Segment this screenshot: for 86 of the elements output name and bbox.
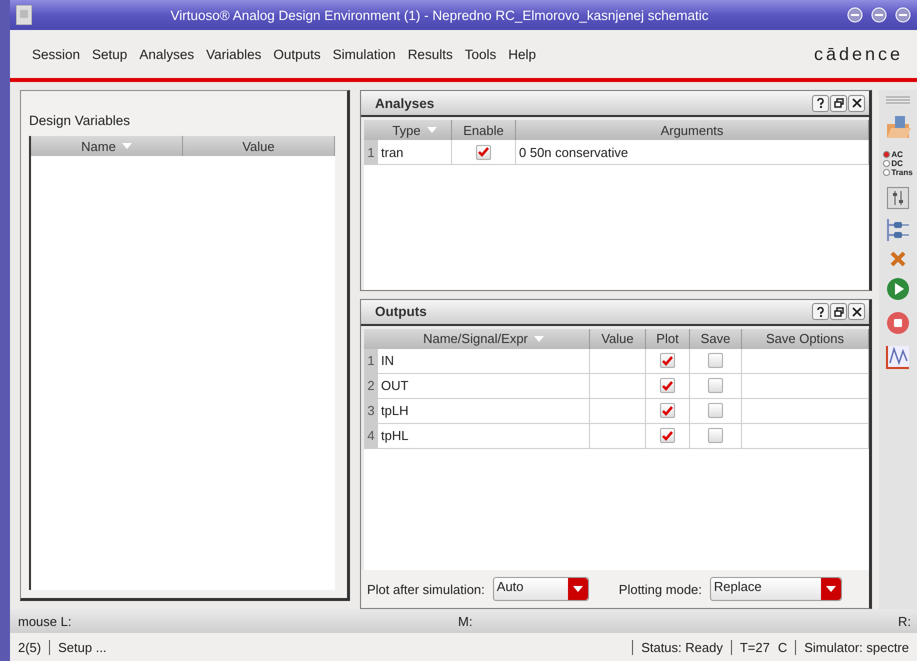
table-cell: OUT: [378, 374, 590, 398]
undock-button[interactable]: [830, 303, 847, 320]
column-header[interactable]: Name: [31, 136, 183, 156]
waveform-icon[interactable]: [886, 345, 910, 369]
unit-text: C: [778, 640, 788, 654]
grip-icon: [886, 96, 910, 104]
column-header[interactable]: Save: [690, 328, 742, 349]
column-header[interactable]: Enable: [452, 120, 516, 140]
row-number: 1: [364, 348, 378, 373]
caret-icon: [534, 336, 544, 342]
menu-item[interactable]: Simulation: [332, 46, 396, 62]
radio-option[interactable]: AC: [883, 150, 913, 159]
logo-text: cādence: [814, 44, 903, 64]
radio-option[interactable]: DC: [883, 159, 913, 168]
menu-item[interactable]: Help: [508, 46, 536, 62]
help-button[interactable]: [812, 94, 829, 112]
checkbox[interactable]: [660, 403, 675, 418]
undock-button[interactable]: [830, 94, 847, 112]
checkbox[interactable]: [708, 428, 723, 444]
menu-item[interactable]: Outputs: [273, 46, 321, 62]
mouse-middle-label: M:: [458, 614, 474, 628]
panel-title: Analyses: [375, 96, 436, 110]
undock-icon: [834, 306, 844, 317]
checkbox[interactable]: [476, 144, 491, 160]
row-number: 2: [364, 374, 378, 398]
column-header[interactable]: Value: [183, 136, 335, 156]
mouse-right-label: R:: [898, 614, 911, 628]
column-header[interactable]: Save Options: [742, 328, 869, 349]
caret-icon: [826, 586, 836, 592]
row-number: 3: [364, 398, 378, 423]
close-icon: [852, 306, 862, 317]
plot-after-dropdown[interactable]: Auto: [492, 577, 589, 601]
minimize-button[interactable]: [847, 7, 863, 23]
table-cell: 0 50n conservative: [516, 140, 869, 164]
row-number: 1: [364, 140, 378, 164]
table-cell: tpLH: [378, 398, 590, 423]
temperature-text: T=27: [730, 640, 778, 654]
column-header[interactable]: Value: [590, 328, 646, 349]
column-header[interactable]: Type: [378, 120, 452, 140]
column-header[interactable]: Arguments: [516, 120, 869, 140]
panel-title: Design Variables: [28, 112, 132, 130]
table-cell: tran: [378, 140, 452, 164]
column-header[interactable]: Plot: [646, 328, 690, 349]
delete-icon[interactable]: [890, 251, 906, 267]
caret-icon: [426, 127, 437, 133]
panel-title: Outputs: [375, 304, 428, 320]
app-icon: [16, 5, 32, 25]
help-button[interactable]: [812, 303, 829, 320]
checkbox[interactable]: [660, 428, 675, 444]
stop-icon[interactable]: [886, 311, 910, 335]
checkbox[interactable]: [708, 353, 723, 368]
help-icon: [816, 306, 825, 317]
menu-item[interactable]: Setup: [92, 46, 128, 62]
mouse-left-label: mouse L:: [18, 614, 72, 628]
menu-item[interactable]: Results: [408, 46, 453, 62]
run-icon[interactable]: [886, 277, 910, 301]
checkbox[interactable]: [708, 403, 723, 418]
help-icon: [816, 98, 825, 108]
signals-icon[interactable]: [886, 219, 910, 241]
analysis-radio-group[interactable]: AC DC Trans: [883, 150, 913, 177]
plotting-mode-dropdown[interactable]: Replace: [710, 577, 842, 601]
radio-option[interactable]: Trans: [883, 168, 913, 177]
caret-icon: [572, 586, 583, 592]
sliders-icon[interactable]: [887, 187, 909, 209]
checkbox[interactable]: [708, 378, 723, 394]
window-title: Virtuoso® Analog Design Environment (1) - Nepredno RC_Elmorovo_kasnjenej schematic: [170, 8, 710, 22]
undock-icon: [834, 98, 844, 108]
menu-item[interactable]: Variables: [206, 46, 262, 62]
status-text: Status: Ready: [632, 640, 731, 654]
folder-icon[interactable]: [885, 114, 911, 140]
table-cell: IN: [378, 348, 590, 373]
close-icon: [852, 98, 862, 108]
status-message: Setup ...: [57, 640, 108, 654]
menu-item[interactable]: Tools: [464, 46, 496, 62]
field-label: Plotting mode:: [618, 582, 702, 596]
checkbox[interactable]: [660, 353, 675, 368]
row-number: 4: [364, 424, 378, 448]
menu-item[interactable]: Analyses: [139, 46, 194, 62]
simulator-text: Simulator: spectre: [795, 640, 917, 654]
field-label: Plot after simulation:: [367, 582, 485, 596]
column-header[interactable]: Name/Signal/Expr: [378, 328, 590, 349]
caret-icon: [122, 143, 132, 149]
menu-item[interactable]: Session: [32, 46, 80, 62]
table-cell: tpHL: [378, 424, 590, 448]
status-count: 2(5): [10, 640, 50, 654]
checkbox[interactable]: [660, 378, 675, 394]
